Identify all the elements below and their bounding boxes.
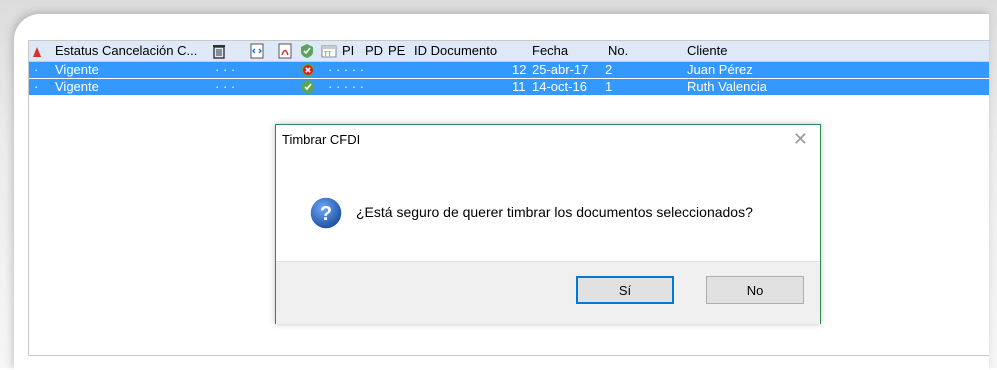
timbrar-dialog: Timbrar CFDI ✕ ? ¿Está seguro de querer … [275, 124, 821, 324]
stamp-error-icon [302, 63, 314, 77]
cell-fecha: 14-oct-16 [532, 79, 587, 94]
pdf-icon[interactable] [277, 43, 293, 59]
svg-text:TT: TT [324, 52, 332, 58]
dialog-message: ¿Está seguro de querer timbrar los docum… [356, 204, 753, 220]
yes-button[interactable]: Sí [576, 276, 674, 304]
cell-cliente: Juan Pérez [687, 62, 753, 77]
row-marker: · [34, 62, 39, 77]
cell-estatus: Vigente [55, 62, 99, 77]
sort-indicator-icon[interactable] [33, 47, 41, 57]
close-icon[interactable]: ✕ [793, 129, 808, 150]
grid-header: Estatus Cancelación C... TT PI PD PE ID … [29, 41, 989, 62]
col-estatus[interactable]: Estatus Cancelación C... [55, 43, 197, 58]
col-pd[interactable]: PD [365, 43, 383, 58]
col-cliente[interactable]: Cliente [687, 43, 727, 58]
cell-id: 11 [512, 79, 526, 94]
no-button[interactable]: No [706, 276, 804, 304]
cell-dots-2: · · · · · [328, 62, 365, 77]
cell-estatus: Vigente [55, 79, 99, 94]
stamp-check-icon[interactable] [299, 43, 315, 59]
dialog-title: Timbrar CFDI [282, 132, 361, 147]
col-no[interactable]: No. [608, 43, 628, 58]
col-id-documento[interactable]: ID Documento [414, 43, 497, 58]
question-icon: ? [309, 196, 343, 230]
date-icon[interactable]: TT [321, 43, 337, 59]
table-row[interactable]: · Vigente · · · · · · · · 12 25-abr-17 2… [29, 62, 989, 78]
col-fecha[interactable]: Fecha [532, 43, 568, 58]
cell-id: 12 [512, 62, 527, 77]
cell-cliente: Ruth Valencia [687, 79, 767, 94]
cell-dots: · · · [215, 79, 236, 94]
svg-text:?: ? [320, 203, 332, 225]
cell-dots: · · · [215, 62, 236, 77]
cell-dots-2: · · · · · [328, 79, 365, 94]
xml-icon[interactable] [249, 43, 265, 59]
cell-fecha: 25-abr-17 [532, 62, 589, 77]
col-pe[interactable]: PE [388, 43, 405, 58]
col-pi[interactable]: PI [342, 43, 354, 58]
stamp-ok-icon [302, 80, 314, 94]
trash-icon[interactable] [211, 43, 227, 59]
table-row[interactable]: · Vigente · · · · · · · · 11 14-oct-16 1… [29, 79, 989, 95]
row-marker: · [34, 79, 39, 94]
cell-no: 2 [605, 62, 613, 77]
cell-no: 1 [605, 79, 613, 94]
dialog-button-bar: Sí No [276, 261, 820, 324]
